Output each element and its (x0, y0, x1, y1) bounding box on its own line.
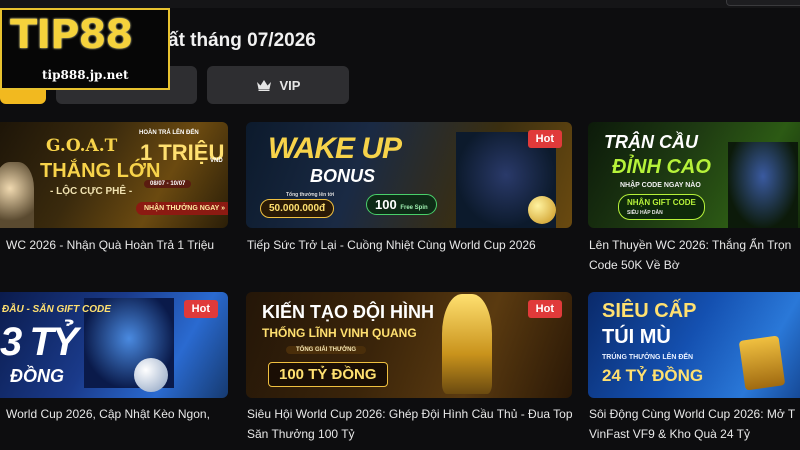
card-caption[interactable]: Siêu Hội World Cup 2026: Ghép Đội Hình C… (247, 404, 573, 444)
banner-subtitle: ĐỈNH CAO (612, 156, 711, 178)
top-strip (0, 0, 800, 8)
banner-title: SIÊU CẤP (602, 300, 697, 322)
logo-wordmark: TIP88 (10, 12, 133, 58)
banner-spin-unit: Free Spin (400, 205, 428, 211)
banner-dates: 08/07 - 10/07 (144, 180, 192, 188)
card-caption[interactable]: Sôi Động Cùng World Cup 2026: Mở T VinFa… (589, 404, 800, 444)
banner-gift-label: NHẬN GIFT CODE (627, 198, 696, 207)
card-caption[interactable]: WC 2026 - Nhận Quà Hoàn Trả 1 Triệu (6, 235, 226, 255)
banner-small: NHẬP CODE NGAY NÀO (620, 182, 701, 189)
promo-banner-tran-cau[interactable]: TRẬN CẦU ĐỈNH CAO NHẬP CODE NGAY NÀO NHẬ… (588, 122, 800, 228)
card-caption[interactable]: Tiếp Sức Trở Lại - Cuồng Nhiệt Cùng Worl… (247, 235, 573, 255)
tab-vip[interactable]: VIP (207, 66, 349, 104)
card-caption[interactable]: Lên Thuyền WC 2026: Thắng Ẩn Trọn Code 5… (589, 235, 800, 275)
banner-spin-value: 100 (375, 197, 397, 212)
card-caption[interactable]: World Cup 2026, Cập Nhật Kèo Ngon, (6, 404, 226, 424)
page-title: ất tháng 07/2026 (168, 30, 316, 51)
banner-subtitle: BONUS (310, 166, 376, 186)
logo-url: tip888.jp.net (42, 68, 129, 82)
crown-icon (256, 80, 271, 91)
banner-title: TRẬN CẦU (604, 132, 698, 152)
banner-gift-sub: SIÊU HẤP DẪN (627, 210, 663, 216)
banner-amount: 24 TỶ ĐỒNG (602, 366, 704, 385)
hot-badge: Hot (527, 130, 562, 148)
banner-unit: ĐỒNG (10, 366, 64, 386)
promo-banner-tui-mu[interactable]: SIÊU CẤP TÚI MÙ TRÚNG THƯỞNG LÊN ĐẾN 24 … (588, 292, 800, 398)
banner-spin: 100 Free Spin (366, 194, 437, 215)
tab-vip-label: VIP (279, 77, 301, 93)
promo-banner-doi-hinh[interactable]: KIẾN TẠO ĐỘI HÌNH THỐNG LĨNH VINH QUANG … (246, 292, 572, 398)
banner-small: HOÀN TRẢ LÊN ĐẾN (139, 130, 199, 136)
promo-banner-gift-code[interactable]: ĐẦU - SĂN GIFT CODE 3 TỶ ĐỒNG Hot (0, 292, 228, 398)
banner-small: TỔNG GIẢI THƯỞNG (286, 346, 367, 354)
header-button[interactable] (726, 0, 800, 6)
banner-amount: 100 TỶ ĐỒNG (268, 362, 388, 387)
banner-title: KIẾN TẠO ĐỘI HÌNH (262, 302, 435, 322)
site-logo[interactable]: TIP88 tip888.jp.net (0, 8, 170, 90)
banner-tagline: - LỘC CỰC PHÊ - (50, 186, 133, 197)
banner-unit: VND (210, 158, 223, 164)
banner-gift-code: NHẬN GIFT CODE SIÊU HẤP DẪN (618, 194, 705, 220)
banner-title: G.O.A.T (46, 136, 118, 156)
banner-small: TRÚNG THƯỞNG LÊN ĐẾN (602, 354, 694, 361)
promo-banner-wakeup[interactable]: WAKE UP BONUS Tổng thưởng lên tới 50.000… (246, 122, 572, 228)
banner-subtitle: TÚI MÙ (602, 326, 671, 348)
banner-amount: 50.000.000đ (260, 199, 335, 218)
hot-badge: Hot (527, 300, 562, 318)
promo-banner-goat[interactable]: G.O.A.T THẮNG LỚN - LỘC CỰC PHÊ - HOÀN T… (0, 122, 228, 228)
banner-amount: 3 TỶ (0, 320, 78, 364)
hot-badge: Hot (183, 300, 218, 318)
banner-subtitle: THỐNG LĨNH VINH QUANG (262, 326, 417, 340)
banner-title: WAKE UP (268, 132, 402, 165)
banner-small: Tổng thưởng lên tới (286, 192, 335, 198)
banner-cta: NHẬN THƯỞNG NGAY » (136, 202, 228, 215)
banner-title: ĐẦU - SĂN GIFT CODE (2, 304, 111, 315)
